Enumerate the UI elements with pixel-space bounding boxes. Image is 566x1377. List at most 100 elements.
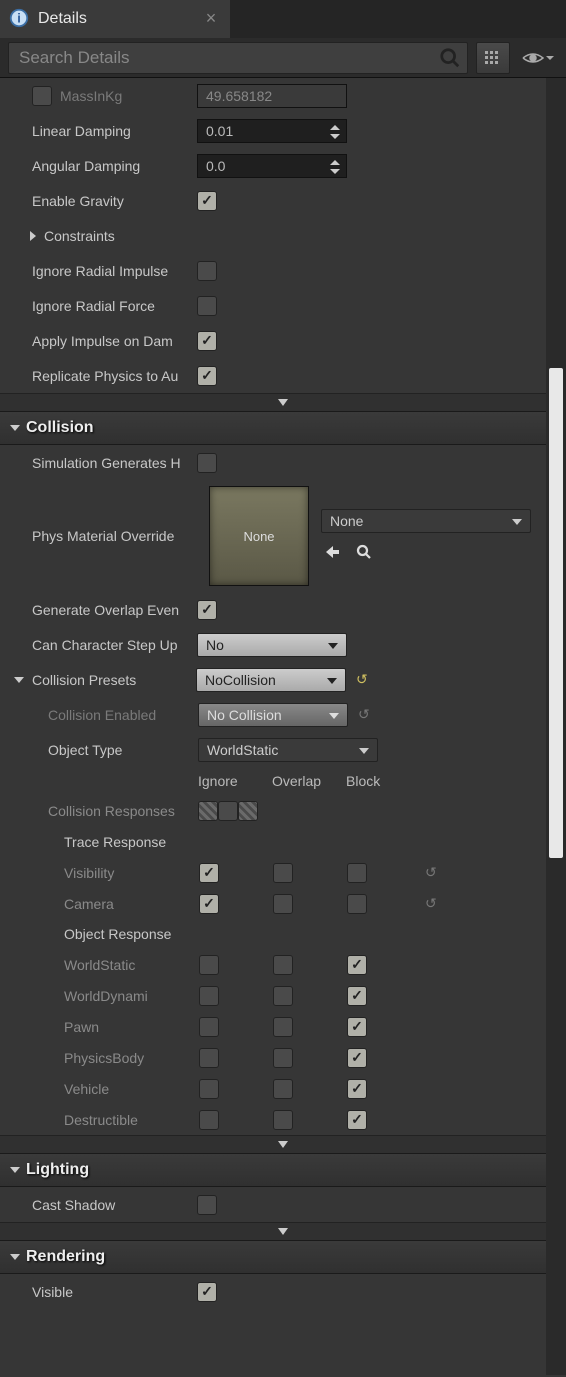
prop-sim-gen-hits: Simulation Generates H [0,445,566,480]
vehicle-overlap[interactable] [273,1079,293,1099]
scrollbar[interactable] [546,78,566,1375]
pawn-overlap[interactable] [273,1017,293,1037]
worlddynamic-block[interactable] [347,986,367,1006]
can-char-step-combo[interactable]: No [197,633,347,657]
prop-can-char-step: Can Character Step Up No [0,627,566,662]
prop-collision-responses: Collision Responses [0,795,566,827]
collision-presets-combo[interactable]: NoCollision [196,668,346,692]
physicsbody-ignore[interactable] [199,1048,219,1068]
visibility-block[interactable] [347,863,367,883]
apply-impulse-checkbox[interactable] [197,331,217,351]
details-tab[interactable]: i Details × [0,0,230,38]
vehicle-ignore[interactable] [199,1079,219,1099]
cast-shadow-checkbox[interactable] [197,1195,217,1215]
physicsbody-overlap[interactable] [273,1048,293,1068]
physicsbody-block[interactable] [347,1048,367,1068]
advanced-expand[interactable] [0,1222,566,1240]
prop-angular-damping: Angular Damping 0.0 [0,148,566,183]
collapse-icon [10,1254,20,1260]
camera-ignore[interactable] [199,894,219,914]
mass-checkbox[interactable] [32,86,52,106]
spinner-icon[interactable] [328,123,342,144]
prop-replicate-physics: Replicate Physics to Au [0,358,566,393]
property-scroll-area[interactable]: MassInKg 49.658182 Linear Damping 0.01 A… [0,78,566,1377]
resp-physicsbody: PhysicsBody [0,1042,566,1073]
advanced-expand[interactable] [0,1135,566,1153]
worldstatic-ignore[interactable] [199,955,219,975]
worlddynamic-overlap[interactable] [273,986,293,1006]
resp-destructible: Destructible [0,1104,566,1135]
pawn-block[interactable] [347,1017,367,1037]
view-options-button[interactable] [518,42,558,74]
collapse-icon [10,425,20,431]
category-rendering[interactable]: Rendering [0,1240,566,1274]
prop-enable-gravity: Enable Gravity [0,183,566,218]
resp-all-ignore[interactable] [198,801,218,821]
info-icon: i [8,7,30,32]
linear-damping-input[interactable]: 0.01 [197,119,347,143]
reset-icon[interactable]: ↺ [354,706,374,723]
visible-checkbox[interactable] [197,1282,217,1302]
prop-visible: Visible [0,1274,566,1309]
resp-vehicle: Vehicle [0,1073,566,1104]
camera-block[interactable] [347,894,367,914]
prop-gen-overlap: Generate Overlap Even [0,592,566,627]
object-response-group: Object Response [0,919,566,949]
collision-enabled-combo[interactable]: No Collision [198,703,348,727]
angular-damping-input[interactable]: 0.0 [197,154,347,178]
search-icon[interactable] [439,47,461,69]
resp-visibility: Visibility ↺ [0,857,566,888]
visibility-overlap[interactable] [273,863,293,883]
prop-ignore-radial-impulse: Ignore Radial Impulse [0,253,566,288]
resp-pawn: Pawn [0,1011,566,1042]
reset-icon[interactable]: ↺ [421,864,441,881]
destructible-overlap[interactable] [273,1110,293,1130]
property-matrix-button[interactable] [476,42,510,74]
collapse-icon [14,677,24,683]
gen-overlap-checkbox[interactable] [197,600,217,620]
advanced-expand[interactable] [0,393,566,411]
worlddynamic-ignore[interactable] [199,986,219,1006]
prop-constraints[interactable]: Constraints [0,218,566,253]
search-input[interactable] [19,48,439,68]
close-icon[interactable]: × [202,9,220,27]
worldstatic-overlap[interactable] [273,955,293,975]
ignore-radial-force-checkbox[interactable] [197,296,217,316]
browse-asset-icon[interactable] [353,541,375,563]
worldstatic-block[interactable] [347,955,367,975]
spinner-icon[interactable] [328,158,342,179]
toolbar [0,38,566,78]
trace-response-group: Trace Response [0,827,566,857]
category-collision[interactable]: Collision [0,411,566,445]
prop-phys-mat-override: Phys Material Override None None [0,480,566,592]
object-type-combo[interactable]: WorldStatic [198,738,378,762]
ignore-radial-impulse-checkbox[interactable] [197,261,217,281]
reset-icon[interactable]: ↺ [421,895,441,912]
resp-all-block[interactable] [238,801,258,821]
sim-gen-hits-checkbox[interactable] [197,453,217,473]
use-asset-icon[interactable] [321,541,343,563]
response-headers: Ignore Overlap Block [0,767,566,795]
category-lighting[interactable]: Lighting [0,1153,566,1187]
phys-mat-thumbnail[interactable]: None [209,486,309,586]
destructible-block[interactable] [347,1110,367,1130]
resp-worldstatic: WorldStatic [0,949,566,980]
replicate-physics-checkbox[interactable] [197,366,217,386]
scrollbar-thumb[interactable] [549,368,563,858]
enable-gravity-checkbox[interactable] [197,191,217,211]
phys-mat-combo[interactable]: None [321,509,531,533]
resp-camera: Camera ↺ [0,888,566,919]
resp-all-overlap[interactable] [218,801,238,821]
resp-worlddynamic: WorldDynami [0,980,566,1011]
expand-icon [30,231,36,241]
pawn-ignore[interactable] [199,1017,219,1037]
prop-collision-presets: Collision Presets NoCollision ↺ [0,662,566,697]
visibility-ignore[interactable] [199,863,219,883]
reset-icon[interactable]: ↺ [352,671,372,688]
collapse-icon [10,1167,20,1173]
camera-overlap[interactable] [273,894,293,914]
mass-input[interactable]: 49.658182 [197,84,347,108]
destructible-ignore[interactable] [199,1110,219,1130]
vehicle-block[interactable] [347,1079,367,1099]
search-box[interactable] [8,42,468,74]
